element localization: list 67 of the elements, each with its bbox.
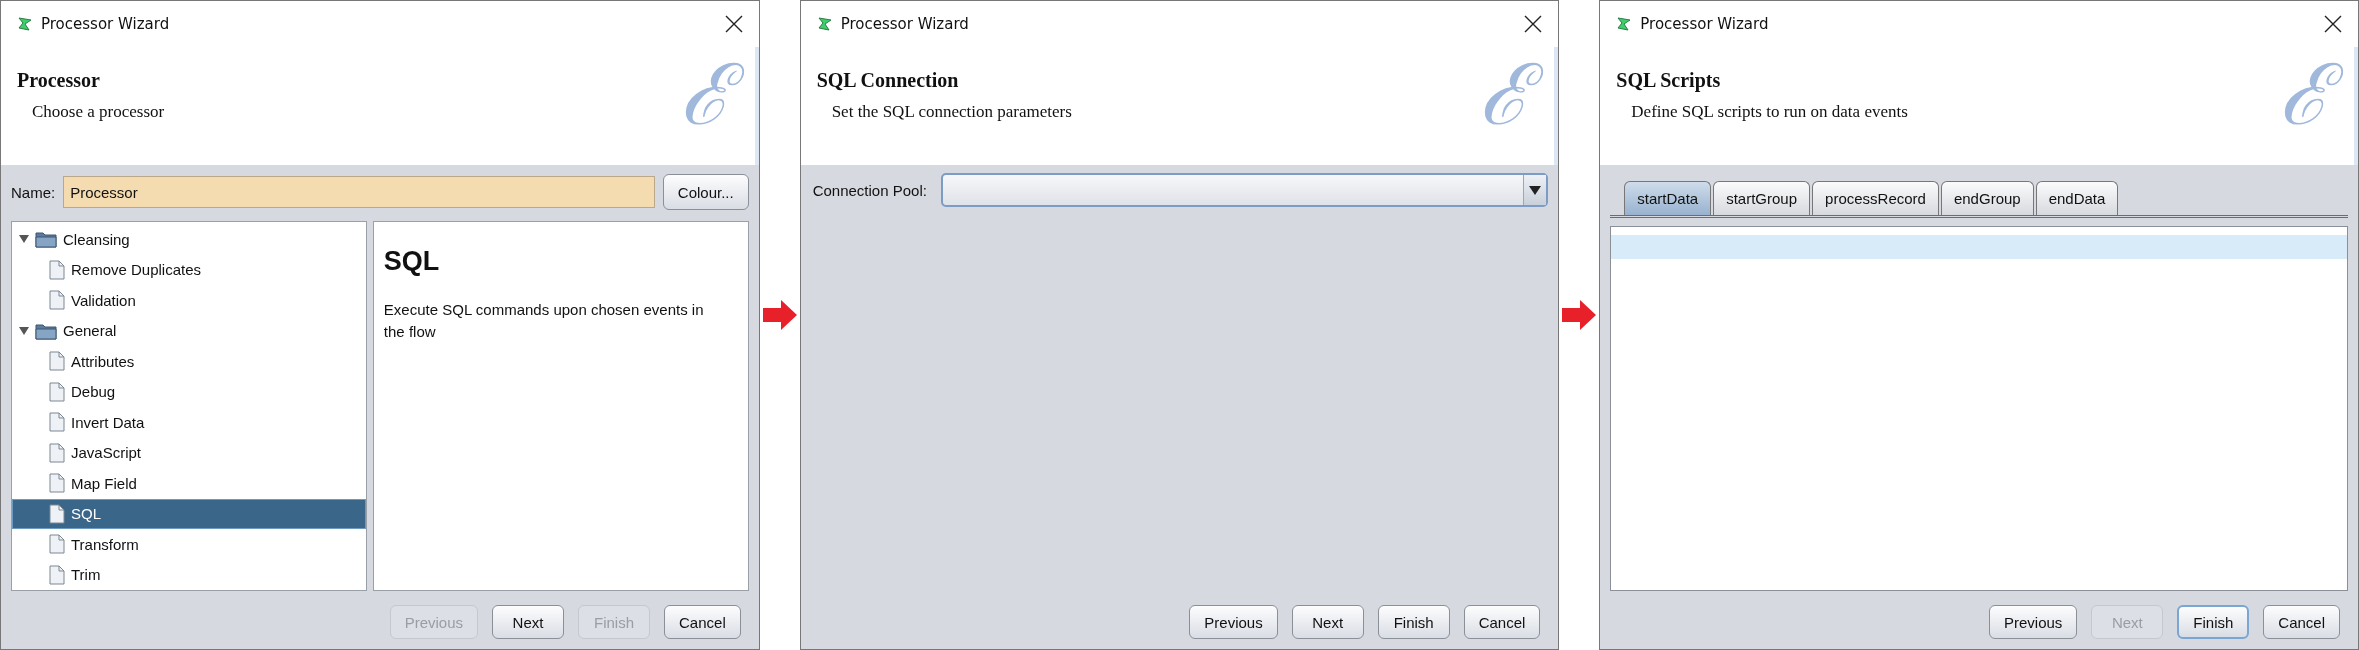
tree-item[interactable]: JavaScript	[12, 437, 366, 468]
description-text: Execute SQL commands upon chosen events in the flow	[383, 300, 705, 342]
tree-item[interactable]: General	[12, 315, 366, 346]
folder-icon	[35, 321, 57, 340]
tree-item[interactable]: Map Field	[12, 468, 366, 499]
wizard-button[interactable]: Previous	[1988, 605, 2078, 639]
tab[interactable]: processRecord	[1812, 181, 1939, 215]
close-icon[interactable]	[2324, 15, 2343, 33]
wizard-button[interactable]: Previous	[1189, 605, 1278, 639]
logo: ℰ	[2269, 39, 2341, 153]
tree-item[interactable]: Attributes	[12, 346, 366, 377]
wizard-button[interactable]: Cancel	[1463, 605, 1541, 639]
tree-item[interactable]: Invert Data	[12, 407, 366, 438]
document-icon	[49, 473, 65, 494]
tree-item[interactable]: Remove Duplicates	[12, 254, 366, 285]
app-icon	[17, 16, 33, 32]
page-subheading: Choose a processor	[32, 102, 166, 122]
page-subheading: Define SQL scripts to run on data events	[1631, 102, 1909, 122]
dropdown-arrow-icon	[1529, 185, 1542, 195]
wizard-button[interactable]: Finish	[2177, 605, 2250, 639]
expander-icon[interactable]	[19, 234, 29, 245]
logo: ℰ	[1469, 39, 1541, 153]
wizard-button[interactable]: Next	[492, 605, 564, 639]
page-heading: Processor	[17, 69, 101, 92]
document-icon	[49, 534, 65, 555]
connection-pool-dropdown[interactable]	[940, 173, 1549, 207]
app-icon	[1616, 16, 1633, 32]
wizard-button[interactable]: Cancel	[2263, 605, 2341, 639]
wizard-button[interactable]: Cancel	[664, 605, 741, 639]
document-icon	[49, 412, 65, 433]
tree-item[interactable]: SQL	[12, 498, 366, 529]
colour-button[interactable]: Colour...	[662, 174, 749, 210]
name-field[interactable]: Processor	[63, 176, 655, 208]
field-label: Name:	[11, 183, 56, 201]
tab[interactable]: endGroup	[1940, 181, 2034, 215]
tree-item[interactable]: Transform	[12, 529, 366, 560]
tab[interactable]: startData	[1624, 181, 1712, 215]
window-title: Processor Wizard	[840, 15, 969, 33]
arrow-icon	[762, 300, 797, 330]
document-icon	[49, 259, 65, 280]
tab[interactable]: endData	[2035, 181, 2119, 215]
field-label: Connection Pool:	[812, 181, 927, 199]
document-icon	[49, 290, 65, 311]
page-heading: SQL Scripts	[1616, 69, 1722, 92]
folder-icon	[35, 230, 57, 249]
tree-item[interactable]: Trim	[12, 559, 366, 590]
close-icon[interactable]	[724, 15, 743, 33]
document-icon	[49, 564, 65, 585]
wizard-button[interactable]: Next	[1291, 605, 1364, 639]
wizard-button[interactable]: Finish	[1377, 605, 1450, 639]
description-title: SQL	[383, 246, 441, 277]
tree-item[interactable]: Debug	[12, 376, 366, 407]
expander-icon[interactable]	[19, 325, 29, 336]
arrow-icon	[1562, 300, 1597, 330]
page-subheading: Set the SQL connection parameters	[831, 102, 1073, 122]
window-title: Processor Wizard	[41, 15, 170, 33]
close-icon[interactable]	[1524, 15, 1543, 33]
document-icon	[49, 351, 65, 372]
window-title: Processor Wizard	[1640, 15, 1769, 33]
tree-item[interactable]: Validation	[12, 285, 366, 316]
tab[interactable]: startGroup	[1713, 181, 1811, 215]
document-icon	[49, 503, 65, 524]
document-icon	[49, 442, 65, 463]
document-icon	[49, 381, 65, 402]
page-heading: SQL Connection	[816, 69, 960, 92]
tree-item[interactable]: Cleansing	[12, 224, 366, 255]
app-icon	[816, 16, 833, 32]
